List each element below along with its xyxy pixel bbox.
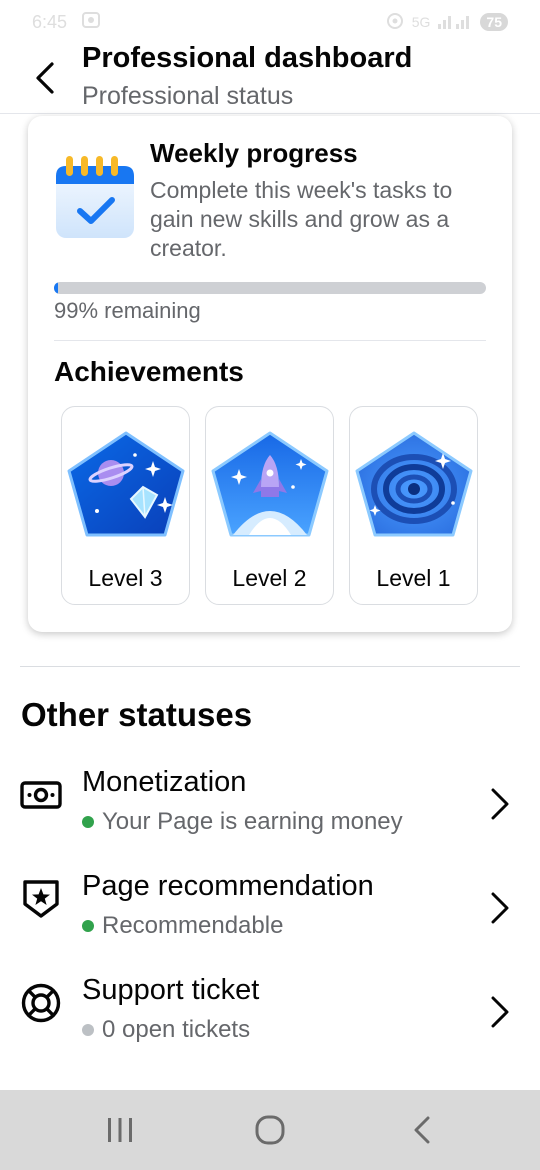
system-back-button[interactable] xyxy=(404,1114,440,1146)
shield-star-icon xyxy=(20,878,62,920)
status-dot xyxy=(82,1024,94,1036)
status-sub-text: 0 open tickets xyxy=(102,1016,251,1043)
achievements-title: Achievements xyxy=(54,356,244,387)
chevron-right-icon xyxy=(491,788,509,820)
status-sub: Your Page is earning money xyxy=(82,808,403,836)
rocket-icon xyxy=(211,431,329,537)
status-sub-text: Your Page is earning money xyxy=(102,808,403,835)
clock: 6:45 xyxy=(32,11,68,32)
badge-label: Level 1 xyxy=(376,565,451,591)
network-label: 5G xyxy=(411,14,431,30)
galaxy-icon xyxy=(355,431,473,537)
status-name: Monetization xyxy=(82,766,247,798)
status-dot xyxy=(82,816,94,828)
page-title: Professional dashboard xyxy=(82,42,413,74)
status-sub: Recommendable xyxy=(82,912,283,940)
system-nav-bar xyxy=(0,1090,540,1170)
recent-apps-button[interactable] xyxy=(102,1114,138,1146)
weekly-progress-fill xyxy=(54,282,59,294)
money-icon xyxy=(20,774,62,816)
status-name: Support ticket xyxy=(82,974,260,1006)
header: Professional dashboard Professional stat… xyxy=(0,40,540,114)
back-icon xyxy=(414,1116,430,1144)
section-divider xyxy=(20,666,520,667)
achievement-level-1[interactable]: Level 1 xyxy=(349,406,478,605)
home-button[interactable] xyxy=(252,1114,288,1146)
page-subtitle: Professional status xyxy=(82,82,294,110)
back-arrow-icon xyxy=(36,62,54,94)
card-divider xyxy=(54,340,486,341)
remaining-text: 99% remaining xyxy=(54,298,201,323)
status-dot xyxy=(82,920,94,932)
calendar-check-icon xyxy=(54,154,136,240)
badge-label: Level 2 xyxy=(232,565,307,591)
back-button[interactable] xyxy=(28,58,62,98)
planet-diamond-icon xyxy=(67,431,185,537)
weekly-progress-bar xyxy=(54,282,486,294)
lifebuoy-icon xyxy=(20,982,62,1024)
status-bar: 6:45 5G 75 xyxy=(0,0,540,44)
status-row-monetization[interactable]: Monetization Your Page is earning money xyxy=(0,766,540,862)
recent-apps-icon xyxy=(108,1118,132,1142)
chevron-right-icon xyxy=(491,892,509,924)
status-sub-text: Recommendable xyxy=(102,912,284,939)
status-row-page-recommendation[interactable]: Page recommendation Recommendable xyxy=(0,870,540,966)
badge-label: Level 3 xyxy=(88,565,163,591)
status-row-support-ticket[interactable]: Support ticket 0 open tickets xyxy=(0,974,540,1070)
achievement-level-3[interactable]: Level 3 xyxy=(61,406,190,605)
weekly-progress-card: Weekly progress Complete this week's tas… xyxy=(28,116,512,632)
status-sub: 0 open tickets xyxy=(82,1016,250,1044)
other-statuses-title: Other statuses xyxy=(21,696,253,733)
screenshot-icon xyxy=(81,11,101,34)
battery-indicator: 75 xyxy=(480,13,508,31)
achievement-level-2[interactable]: Level 2 xyxy=(205,406,334,605)
home-icon xyxy=(255,1115,285,1145)
weekly-progress-title: Weekly progress xyxy=(150,138,358,168)
chevron-right-icon xyxy=(491,996,509,1028)
signal-icon xyxy=(438,13,472,32)
hotspot-icon xyxy=(386,12,404,33)
status-name: Page recommendation xyxy=(82,870,374,902)
weekly-progress-description: Complete this week's tasks to gain new s… xyxy=(150,177,453,261)
